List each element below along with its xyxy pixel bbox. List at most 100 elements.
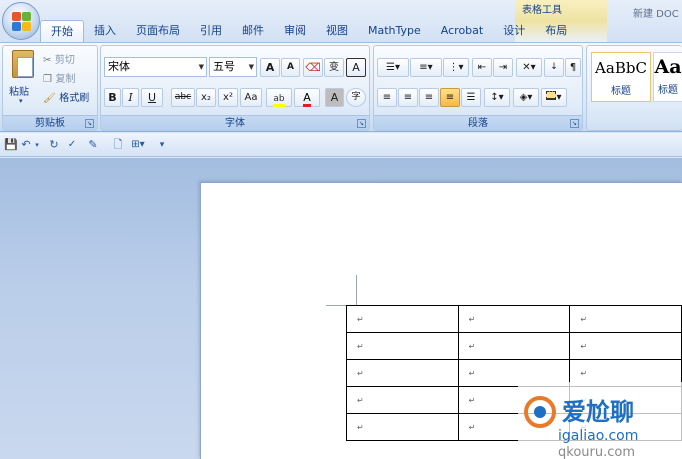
cut-label: 剪切 [54,55,75,66]
strikethrough-button[interactable]: abc [171,88,195,107]
title-bar: 表格工具 新建 DOC 开始 插入 页面布局 引用 邮件 审阅 视图 MathT… [0,0,682,42]
style-heading-2[interactable]: Aa 标题 [653,52,682,102]
paste-button[interactable]: 粘贴 ▾ [7,50,39,108]
format-painter-label: 格式刷 [59,93,90,104]
clipboard-dialog-launcher[interactable]: ↘ [85,119,94,128]
bullets-button[interactable]: ☰▾ [377,58,409,77]
cut-button[interactable]: ✂ 剪切 [43,51,75,66]
table-cell[interactable]: ↵ [569,305,682,333]
paintbrush-icon: 🖌 [43,93,56,104]
tab-review[interactable]: 审阅 [274,20,316,42]
paragraph-mark-icon: ↵ [357,368,364,378]
shading-button[interactable]: ◈▾ [513,88,539,107]
tab-home[interactable]: 开始 [40,20,84,42]
edit-icon[interactable]: ✎ [86,137,100,153]
tab-acrobat[interactable]: Acrobat [431,20,493,42]
paragraph-group: ☰▾ ≡▾ ⋮▾ ⇤ ⇥ ✕▾ ↓ ¶ ≡ ≡ ≡ ≡ ☰ ↕▾ ◈▾ ▾ 段落… [373,45,583,131]
style-name: 标题 [611,86,631,97]
format-painter-button[interactable]: 🖌 格式刷 [43,89,90,104]
underline-button[interactable]: U [141,88,163,107]
tab-mathtype[interactable]: MathType [358,20,431,42]
decrease-indent-button[interactable]: ⇤ [472,58,492,77]
chevron-down-icon[interactable]: ▾ [33,137,41,153]
customize-toolbar-icon[interactable]: ▾ [158,137,166,153]
enclose-characters-button[interactable]: 字 [346,88,366,107]
change-case-button[interactable]: Aa [240,88,262,107]
new-document-icon[interactable]: 🗋 [112,137,124,153]
font-size-select[interactable]: 五号 ▼ [209,57,257,77]
font-size-value: 五号 [213,60,235,73]
undo-icon[interactable]: ↶ [20,137,32,153]
table-cell[interactable]: ↵ [346,386,459,414]
tab-insert[interactable]: 插入 [84,20,126,42]
paragraph-mark-icon: ↵ [468,395,476,405]
highlight-color-button[interactable]: ab [266,88,292,107]
superscript-button[interactable]: x² [218,88,238,107]
clipboard-group: 粘贴 ▾ ✂ 剪切 ❐ 复制 🖌 格式刷 剪贴板 ↘ [2,45,98,131]
table-cell[interactable]: ↵ [457,332,571,360]
tab-view[interactable]: 视图 [316,20,358,42]
tab-table-design[interactable]: 设计 [493,20,535,42]
character-shading-button[interactable]: A [325,88,344,107]
font-color-icon: A [303,91,311,107]
grow-font-button[interactable]: A [260,58,280,77]
table-cell[interactable]: ↵ [346,305,459,333]
font-color-button[interactable]: A [294,88,320,107]
watermark-secondary-url: qkouru.com [558,445,635,459]
copy-button[interactable]: ❐ 复制 [43,70,75,85]
table-cell[interactable]: ↵ [457,305,571,333]
paragraph-mark-icon: ↵ [468,368,476,378]
borders-button[interactable]: ▾ [541,88,567,107]
save-icon[interactable]: 💾 [4,137,18,153]
office-button[interactable] [2,2,40,40]
subscript-button[interactable]: x₂ [196,88,216,107]
highlighter-icon: ab [273,94,285,107]
table-cell[interactable]: ↵ [346,332,459,360]
distributed-button[interactable]: ☰ [461,88,481,107]
bold-button[interactable]: B [104,88,121,107]
paragraph-mark-icon: ↵ [468,422,476,432]
paragraph-group-label: 段落 [374,115,582,130]
paste-label: 粘贴 [9,87,29,98]
style-heading-1[interactable]: AaBbC 标题 [591,52,651,102]
font-group-label: 字体 [101,115,369,130]
tab-mailings[interactable]: 邮件 [232,20,274,42]
font-name-select[interactable]: 宋体 ▼ [104,57,207,77]
paragraph-mark-icon: ↵ [580,341,588,351]
font-dialog-launcher[interactable]: ↘ [357,119,366,128]
clear-format-button[interactable]: ⌫ [303,58,323,77]
table-row: ↵ ↵ ↵ [346,332,682,360]
align-right-button[interactable]: ≡ [419,88,439,107]
chevron-down-icon: ▼ [198,63,204,71]
chevron-down-icon: ▼ [248,63,254,71]
spelling-icon[interactable]: ✓ [65,137,79,153]
ribbon-tabs: 开始 插入 页面布局 引用 邮件 审阅 视图 MathType Acrobat … [40,20,577,42]
document-title: 新建 DOC [633,9,679,20]
character-border-button[interactable]: A [346,58,366,77]
align-center-button[interactable]: ≡ [398,88,418,107]
table-cell[interactable]: ↵ [346,413,459,441]
paragraph-dialog-launcher[interactable]: ↘ [570,119,579,128]
asian-layout-button[interactable]: ✕▾ [516,58,542,77]
align-left-button[interactable]: ≡ [377,88,397,107]
tab-table-layout[interactable]: 布局 [535,20,577,42]
tab-page-layout[interactable]: 页面布局 [126,20,190,42]
line-spacing-button[interactable]: ↕▾ [484,88,510,107]
multilevel-list-button[interactable]: ⋮▾ [443,58,469,77]
shrink-font-button[interactable]: A [281,58,300,77]
paragraph-mark-icon: ↵ [580,368,588,378]
table-cell[interactable]: ↵ [569,332,682,360]
increase-indent-button[interactable]: ⇥ [493,58,513,77]
italic-button[interactable]: I [122,88,139,107]
tab-references[interactable]: 引用 [190,20,232,42]
table-cell[interactable]: ↵ [346,359,459,387]
redo-icon[interactable]: ↻ [48,137,60,153]
sort-button[interactable]: ↓ [544,58,564,77]
table-icon[interactable]: ⊞▾ [130,137,146,153]
table-row: ↵ ↵ ↵ [346,305,682,333]
show-hide-marks-button[interactable]: ¶ [565,58,581,77]
phonetic-guide-button[interactable]: 变 [324,58,344,77]
numbering-button[interactable]: ≡▾ [410,58,442,77]
ribbon: 粘贴 ▾ ✂ 剪切 ❐ 复制 🖌 格式刷 剪贴板 ↘ 宋体 ▼ 五号 ▼ A A… [0,42,682,132]
justify-button[interactable]: ≡ [440,88,460,107]
